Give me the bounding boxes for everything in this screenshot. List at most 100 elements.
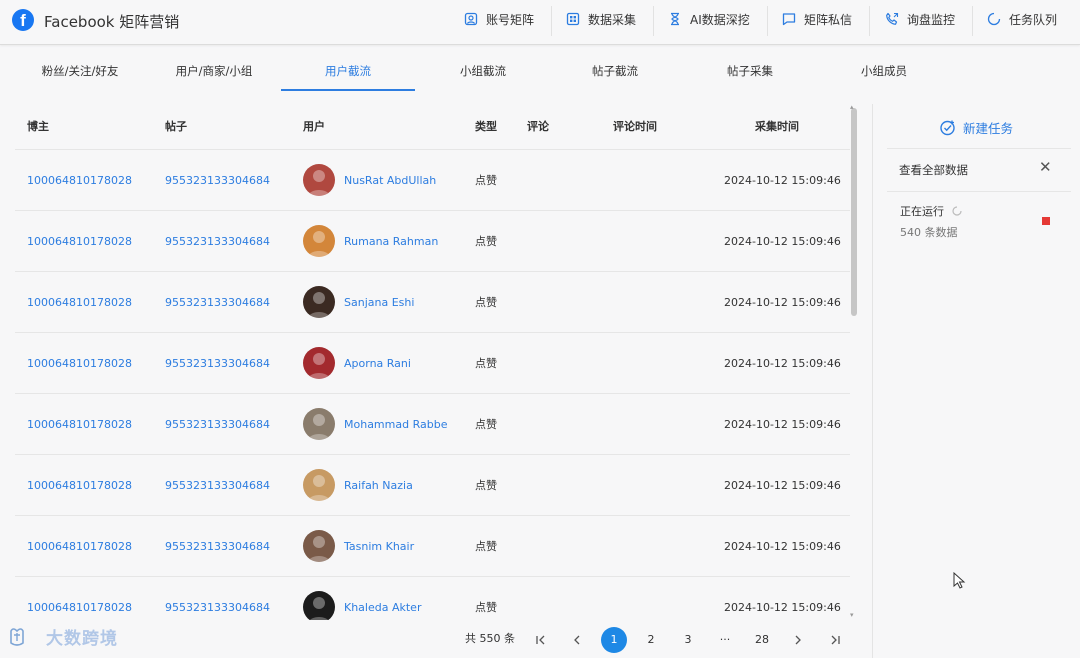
nav-divider — [972, 6, 973, 36]
page-ellipsis[interactable]: ··· — [712, 627, 738, 653]
user-name-link[interactable]: Sanjana Eshi — [344, 296, 414, 310]
blogger-id-link[interactable]: 100064810178028 — [27, 235, 132, 249]
new-task-button[interactable]: 新建任务 — [939, 118, 1013, 137]
stop-task-icon[interactable] — [1042, 217, 1050, 225]
interaction-type: 点赞 — [475, 296, 497, 309]
post-id-link[interactable]: 955323133304684 — [165, 235, 270, 249]
post-id-link[interactable]: 955323133304684 — [165, 296, 270, 310]
grid-icon — [566, 12, 580, 26]
last-page-icon[interactable] — [822, 627, 848, 653]
avatar[interactable] — [303, 530, 335, 562]
nav-divider — [653, 6, 654, 36]
blogger-id-link[interactable]: 100064810178028 — [27, 601, 132, 615]
interaction-type: 点赞 — [475, 540, 497, 553]
table-scrollbar[interactable] — [851, 108, 857, 316]
nav-label: AI数据深挖 — [690, 12, 750, 27]
nav-divider — [551, 6, 552, 36]
blogger-id-link[interactable]: 100064810178028 — [27, 357, 132, 371]
nav-label: 询盘监控 — [907, 12, 956, 27]
avatar[interactable] — [303, 408, 335, 440]
page-1-button[interactable]: 1 — [601, 627, 627, 653]
loading-spinner-icon — [952, 206, 962, 216]
watermark-mark-icon — [8, 625, 36, 649]
pagination-total: 共 550 条 — [465, 632, 515, 645]
post-id-link[interactable]: 955323133304684 — [165, 540, 270, 554]
mouse-cursor-icon — [953, 571, 967, 594]
blogger-id-link[interactable]: 100064810178028 — [27, 174, 132, 188]
account-matrix-icon — [464, 12, 478, 26]
next-page-icon[interactable] — [785, 627, 811, 653]
tab-users-merchants-groups[interactable]: 用户/商家/小组 — [158, 46, 270, 92]
chat-icon — [782, 12, 796, 26]
tab-bar: 粉丝/关注/好友 用户/商家/小组 用户截流 小组截流 帖子截流 帖子采集 小组… — [0, 46, 1080, 92]
blogger-id-link[interactable]: 100064810178028 — [27, 540, 132, 554]
interaction-type: 点赞 — [475, 357, 497, 370]
user-name-link[interactable]: Khaleda Akter — [344, 601, 421, 615]
avatar[interactable] — [303, 469, 335, 501]
avatar[interactable] — [303, 286, 335, 318]
post-id-link[interactable]: 955323133304684 — [165, 174, 270, 188]
interaction-type: 点赞 — [475, 479, 497, 492]
view-all-data-link[interactable]: 查看全部数据 — [899, 162, 968, 178]
tab-fans-follow-friends[interactable]: 粉丝/关注/好友 — [25, 46, 135, 92]
user-name-link[interactable]: Tasnim Khair — [344, 540, 414, 554]
interaction-type: 点赞 — [475, 174, 497, 187]
tab-user-intercept[interactable]: 用户截流 — [281, 46, 415, 92]
page-28-button[interactable]: 28 — [749, 627, 775, 653]
page-2-button[interactable]: 2 — [638, 627, 664, 653]
user-name-link[interactable]: NusRat AbdUllah — [344, 174, 436, 188]
prev-page-icon[interactable] — [564, 627, 590, 653]
first-page-icon[interactable] — [528, 627, 554, 653]
table-row: 100064810178028 955323133304684 NusRat Abd… — [15, 149, 850, 211]
user-name-link[interactable]: Rumana Rahman — [344, 235, 438, 249]
nav-label: 矩阵私信 — [804, 12, 853, 27]
top-bar: f Facebook 矩阵营销 账号矩阵 数据采集 AI数据深挖 矩阵私信 询盘… — [0, 0, 1080, 45]
avatar[interactable] — [303, 225, 335, 257]
interaction-type: 点赞 — [475, 601, 497, 614]
column-header-collect-time: 采集时间 — [755, 120, 799, 133]
task-status: 正在运行 — [900, 203, 962, 219]
nav-matrix-message[interactable]: 矩阵私信 — [782, 0, 852, 38]
post-id-link[interactable]: 955323133304684 — [165, 418, 270, 432]
blogger-id-link[interactable]: 100064810178028 — [27, 479, 132, 493]
blogger-id-link[interactable]: 100064810178028 — [27, 296, 132, 310]
nav-label: 任务队列 — [1009, 12, 1058, 27]
nav-label: 数据采集 — [588, 12, 637, 27]
interaction-type: 点赞 — [475, 418, 497, 431]
scroll-up-arrow-icon[interactable]: ▴ — [850, 103, 854, 111]
post-id-link[interactable]: 955323133304684 — [165, 357, 270, 371]
nav-divider — [767, 6, 768, 36]
tab-group-intercept[interactable]: 小组截流 — [428, 46, 538, 92]
avatar[interactable] — [303, 347, 335, 379]
scroll-down-arrow-icon[interactable]: ▾ — [850, 611, 854, 619]
collect-time: 2024-10-12 15:09:46 — [724, 357, 841, 370]
tab-group-members[interactable]: 小组成员 — [829, 46, 939, 92]
nav-inquiry-monitor[interactable]: 询盘监控 — [885, 0, 955, 38]
tab-post-collection[interactable]: 帖子采集 — [695, 46, 805, 92]
nav-account-matrix[interactable]: 账号矩阵 — [464, 0, 534, 38]
column-header-type: 类型 — [475, 120, 497, 133]
user-name-link[interactable]: Raifah Nazia — [344, 479, 413, 493]
user-name-link[interactable]: Mohammad Rabbe — [344, 418, 447, 432]
new-task-label: 新建任务 — [963, 121, 1014, 136]
panel-divider — [887, 191, 1071, 192]
page-3-button[interactable]: 3 — [675, 627, 701, 653]
active-tab-indicator — [281, 89, 415, 91]
nav-task-queue[interactable]: 任务队列 — [987, 0, 1057, 38]
task-count: 540 条数据 — [900, 226, 958, 239]
blogger-id-link[interactable]: 100064810178028 — [27, 418, 132, 432]
column-header-user: 用户 — [303, 120, 325, 133]
user-name-link[interactable]: Aporna Rani — [344, 357, 411, 371]
post-id-link[interactable]: 955323133304684 — [165, 479, 270, 493]
avatar[interactable] — [303, 591, 335, 623]
nav-ai-deep-dig[interactable]: AI数据深挖 — [668, 0, 750, 38]
collect-time: 2024-10-12 15:09:46 — [724, 174, 841, 187]
nav-data-collection[interactable]: 数据采集 — [566, 0, 636, 38]
collect-time: 2024-10-12 15:09:46 — [724, 235, 841, 248]
nav-label: 账号矩阵 — [486, 12, 535, 27]
post-id-link[interactable]: 955323133304684 — [165, 601, 270, 615]
close-icon[interactable]: ✕ — [1039, 158, 1052, 176]
tab-post-intercept[interactable]: 帖子截流 — [560, 46, 670, 92]
collect-time: 2024-10-12 15:09:46 — [724, 296, 841, 309]
avatar[interactable] — [303, 164, 335, 196]
